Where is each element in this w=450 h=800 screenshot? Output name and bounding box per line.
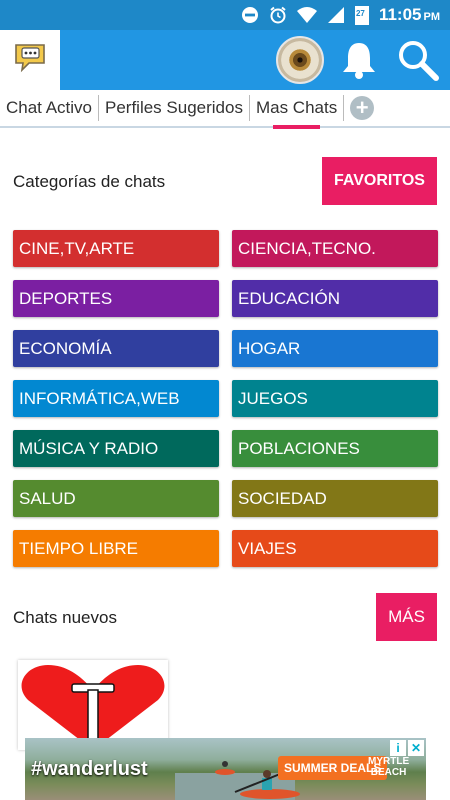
- add-tab-icon[interactable]: +: [350, 96, 375, 120]
- new-chat-thumbnail[interactable]: [18, 660, 168, 750]
- ad-banner[interactable]: #wanderlust SUMMER DEALS MYRTLE BEACH i …: [25, 738, 426, 800]
- calendar-icon: 27: [354, 5, 369, 25]
- category-button[interactable]: POBLACIONES: [232, 430, 438, 467]
- chat-bubble-icon: [13, 42, 47, 79]
- category-button[interactable]: VIAJES: [232, 530, 438, 567]
- avatar[interactable]: [276, 36, 324, 84]
- status-bar: 27 11:05 PM: [0, 0, 450, 30]
- clock-time: 11:05: [378, 5, 422, 24]
- ad-close-icon[interactable]: ✕: [408, 740, 424, 756]
- tab-chat-activo[interactable]: Chat Activo: [0, 95, 99, 121]
- ad-destination: MYRTLE BEACH: [368, 756, 409, 778]
- category-button[interactable]: SOCIEDAD: [232, 480, 438, 517]
- clock-ampm: PM: [423, 11, 441, 23]
- do-not-disturb-icon: [241, 6, 259, 24]
- ad-destination-line1: MYRTLE: [368, 756, 410, 767]
- category-button[interactable]: JUEGOS: [232, 380, 438, 417]
- calendar-day: 27: [355, 9, 365, 18]
- wifi-icon: [296, 6, 317, 24]
- category-button[interactable]: CIENCIA,TECNO.: [232, 230, 438, 267]
- category-button[interactable]: TIEMPO LIBRE: [13, 530, 219, 567]
- category-button[interactable]: DEPORTES: [13, 280, 219, 317]
- ad-info-icon[interactable]: i: [390, 740, 406, 756]
- signal-icon: [327, 6, 345, 24]
- app-bar: [0, 30, 450, 90]
- bell-icon[interactable]: [340, 40, 378, 85]
- alarm-icon: [269, 6, 287, 24]
- ad-choices[interactable]: i ✕: [390, 740, 424, 756]
- category-button[interactable]: EDUCACIÓN: [232, 280, 438, 317]
- search-icon[interactable]: [396, 38, 440, 87]
- category-button[interactable]: SALUD: [13, 480, 219, 517]
- ad-tagline: #wanderlust: [31, 758, 148, 780]
- tab-bar: Chat Activo Perfiles Sugeridos Mas Chats…: [0, 90, 450, 129]
- ad-destination-line2: BEACH: [370, 767, 407, 778]
- category-button[interactable]: INFORMÁTICA,WEB: [13, 380, 219, 417]
- app-logo[interactable]: [0, 30, 60, 90]
- category-button[interactable]: HOGAR: [232, 330, 438, 367]
- favorites-button[interactable]: FAVORITOS: [322, 157, 437, 205]
- more-chats-button[interactable]: MÁS: [376, 593, 437, 641]
- category-button[interactable]: CINE,TV,ARTE: [13, 230, 219, 267]
- new-chats-title: Chats nuevos: [13, 608, 117, 627]
- category-button[interactable]: ECONOMÍA: [13, 330, 219, 367]
- categories-grid: CINE,TV,ARTE CIENCIA,TECNO. DEPORTES EDUCAC…: [13, 230, 438, 567]
- tab-perfiles-sugeridos[interactable]: Perfiles Sugeridos: [99, 95, 250, 121]
- categories-title: Categorías de chats: [13, 172, 166, 191]
- tab-mas-chats[interactable]: Mas Chats: [250, 95, 345, 129]
- category-button[interactable]: MÚSICA Y RADIO: [13, 430, 219, 467]
